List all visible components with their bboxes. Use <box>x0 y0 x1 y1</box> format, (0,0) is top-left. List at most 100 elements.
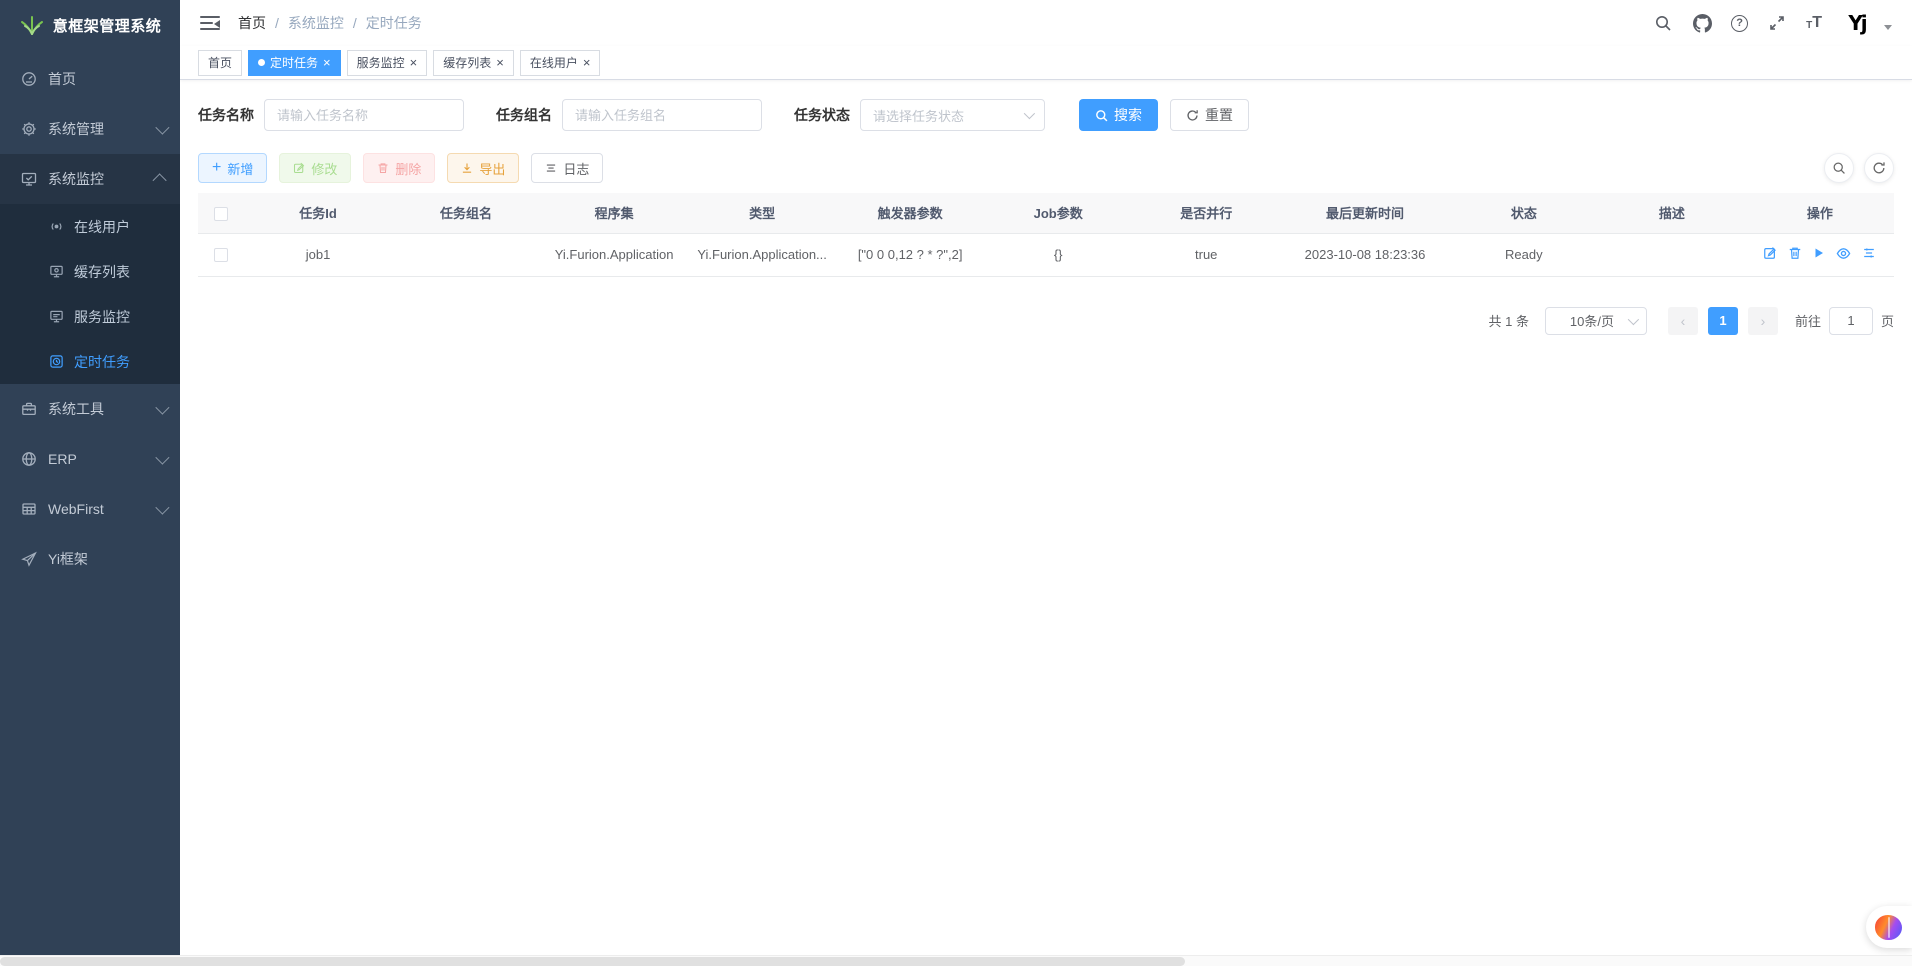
log-lines-icon <box>545 162 557 174</box>
sidebar-item-home[interactable]: 首页 <box>0 54 180 104</box>
row-checkbox[interactable] <box>214 248 228 262</box>
column-header: 状态 <box>1450 193 1598 233</box>
task-group-input[interactable] <box>562 99 762 131</box>
tasks-table: 任务Id 任务组名 程序集 类型 触发器参数 Job参数 是否并行 最后更新时间… <box>198 193 1894 277</box>
task-status-select[interactable]: 请选择任务状态 <box>860 99 1045 131</box>
filter-task-group: 任务组名 <box>496 99 762 131</box>
reset-button[interactable]: 重置 <box>1170 99 1249 131</box>
goto-page-input[interactable] <box>1829 307 1873 335</box>
search-icon <box>1095 109 1108 122</box>
server-screen-icon <box>48 309 64 325</box>
table-header-row: 任务Id 任务组名 程序集 类型 触发器参数 Job参数 是否并行 最后更新时间… <box>198 193 1894 233</box>
sidebar-item-label: 首页 <box>48 69 166 89</box>
close-icon[interactable]: × <box>583 56 591 69</box>
sidebar-item-service-monitor[interactable]: 服务监控 <box>0 294 180 339</box>
refresh-table-icon[interactable] <box>1864 153 1894 183</box>
sidebar-item-webfirst[interactable]: WebFirst <box>0 484 180 534</box>
export-button-label: 导出 <box>479 159 505 178</box>
tab-online-users[interactable]: 在线用户 × <box>520 50 601 76</box>
column-header: 触发器参数 <box>836 193 984 233</box>
log-icon[interactable] <box>1862 246 1876 260</box>
cell-task-id: job1 <box>244 233 392 276</box>
sidebar-item-erp[interactable]: ERP <box>0 434 180 484</box>
tab-label: 首页 <box>208 54 232 71</box>
modify-button-label: 修改 <box>311 159 337 178</box>
avatar[interactable]: Yj <box>1841 7 1873 39</box>
breadcrumb-item: 系统监控 <box>288 13 344 33</box>
export-button[interactable]: 导出 <box>447 153 519 183</box>
top-navbar: 首页 / 系统监控 / 定时任务 ? <box>180 0 1912 46</box>
modify-button[interactable]: 修改 <box>279 153 351 183</box>
tab-scheduled-tasks[interactable]: 定时任务 × <box>248 50 341 76</box>
task-status-label: 任务状态 <box>794 105 850 125</box>
run-icon[interactable] <box>1813 247 1825 259</box>
sidebar-collapse-icon[interactable] <box>200 15 220 31</box>
horizontal-scrollbar[interactable] <box>0 955 1912 966</box>
sidebar-item-scheduled-tasks[interactable]: 定时任务 <box>0 339 180 384</box>
page-unit-label: 页 <box>1881 311 1894 330</box>
help-icon[interactable]: ? <box>1731 15 1748 32</box>
filter-task-name: 任务名称 <box>198 99 464 131</box>
download-icon <box>461 162 473 174</box>
caret-down-icon[interactable] <box>1884 25 1892 30</box>
edit-icon[interactable] <box>1763 246 1777 260</box>
pagination: 共 1 条 10条/页 ‹ 1 › 前往 页 <box>198 307 1894 335</box>
chevron-down-icon <box>155 451 169 465</box>
table-row[interactable]: job1 Yi.Furion.Application Yi.Furion.App… <box>198 233 1894 276</box>
plus-icon: + <box>212 160 221 176</box>
column-header: 最后更新时间 <box>1280 193 1450 233</box>
log-button[interactable]: 日志 <box>531 153 603 183</box>
task-name-label: 任务名称 <box>198 105 254 125</box>
question-glyph: ? <box>1736 17 1743 29</box>
cell-actions <box>1746 233 1894 276</box>
cell-concurrent: true <box>1132 233 1280 276</box>
search-button[interactable]: 搜索 <box>1079 99 1158 131</box>
sidebar-item-yi-framework[interactable]: Yi框架 <box>0 534 180 584</box>
dashboard-icon <box>20 71 38 87</box>
breadcrumb-separator: / <box>353 15 357 31</box>
close-icon[interactable]: × <box>410 56 418 69</box>
sidebar-item-label: 系统工具 <box>48 399 156 419</box>
select-all-checkbox[interactable] <box>214 207 228 221</box>
delete-icon[interactable] <box>1788 246 1802 260</box>
add-button-label: 新增 <box>227 159 253 178</box>
chevron-down-icon <box>1628 313 1639 324</box>
chevron-down-icon <box>1024 108 1035 119</box>
delete-button[interactable]: 删除 <box>363 153 435 183</box>
search-icon[interactable] <box>1653 13 1673 33</box>
font-large-glyph: T <box>1812 15 1822 31</box>
breadcrumb-home[interactable]: 首页 <box>238 13 266 33</box>
tab-home[interactable]: 首页 <box>198 50 242 76</box>
show-search-icon[interactable] <box>1824 153 1854 183</box>
chevron-down-icon <box>155 501 169 515</box>
sidebar-item-system-tools[interactable]: 系统工具 <box>0 384 180 434</box>
fullscreen-icon[interactable] <box>1767 13 1787 33</box>
assistant-float-button[interactable] <box>1866 906 1912 948</box>
tab-cache-list[interactable]: 缓存列表 × <box>433 50 514 76</box>
font-size-icon[interactable]: TT <box>1806 15 1822 31</box>
breadcrumb-separator: / <box>275 15 279 31</box>
next-page-button[interactable]: › <box>1748 307 1778 335</box>
prev-page-button[interactable]: ‹ <box>1668 307 1698 335</box>
sidebar-item-system-monitor[interactable]: 系统监控 <box>0 154 180 204</box>
tab-service-monitor[interactable]: 服务监控 × <box>347 50 428 76</box>
add-button[interactable]: + 新增 <box>198 153 267 183</box>
close-icon[interactable]: × <box>496 56 504 69</box>
sidebar-item-cache-list[interactable]: 缓存列表 <box>0 249 180 294</box>
page-number-button[interactable]: 1 <box>1708 307 1738 335</box>
sidebar-item-system-management[interactable]: 系统管理 <box>0 104 180 154</box>
page-size-select[interactable]: 10条/页 <box>1545 307 1647 335</box>
tab-label: 缓存列表 <box>443 54 491 71</box>
chevron-down-icon <box>155 401 169 415</box>
github-icon[interactable] <box>1692 13 1712 33</box>
view-icon[interactable] <box>1836 246 1851 261</box>
close-icon[interactable]: × <box>323 56 331 69</box>
sidebar-item-online-users[interactable]: 在线用户 <box>0 204 180 249</box>
column-header: 描述 <box>1598 193 1746 233</box>
task-name-input[interactable] <box>264 99 464 131</box>
scrollbar-thumb[interactable] <box>0 957 1185 966</box>
filter-task-status: 任务状态 请选择任务状态 <box>794 99 1045 131</box>
app-logo[interactable]: 意框架管理系统 <box>0 0 180 50</box>
sidebar: 意框架管理系统 首页 系统管理 <box>0 0 180 966</box>
avatar-text: Yj <box>1848 11 1865 35</box>
